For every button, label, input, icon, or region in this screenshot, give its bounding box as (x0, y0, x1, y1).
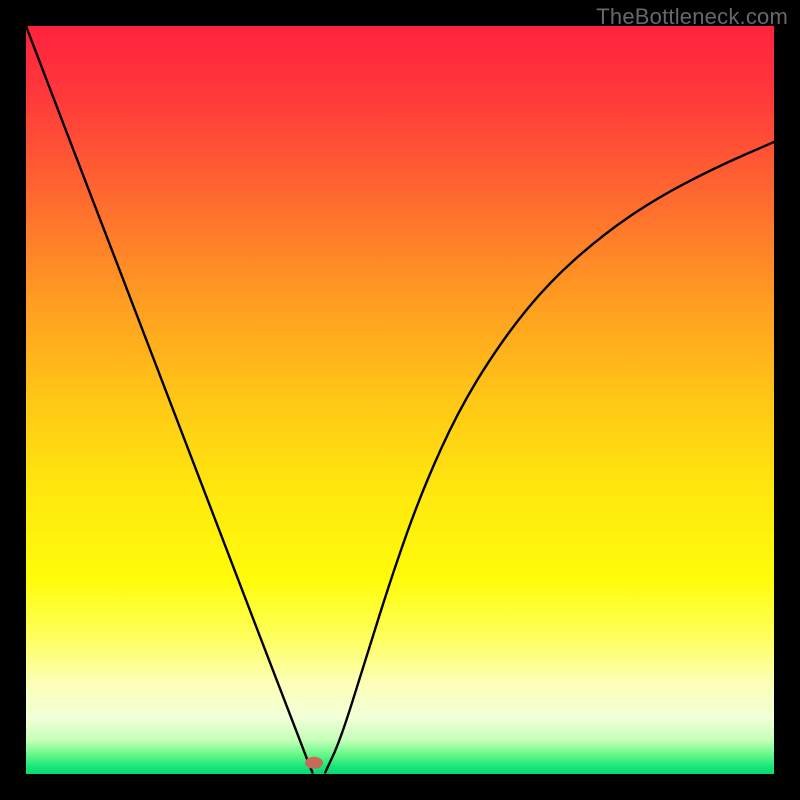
chart-svg (26, 26, 774, 774)
optimal-point-marker (305, 757, 323, 769)
gradient-background (26, 26, 774, 774)
watermark-text: TheBottleneck.com (596, 4, 788, 30)
chart-frame (26, 26, 774, 774)
